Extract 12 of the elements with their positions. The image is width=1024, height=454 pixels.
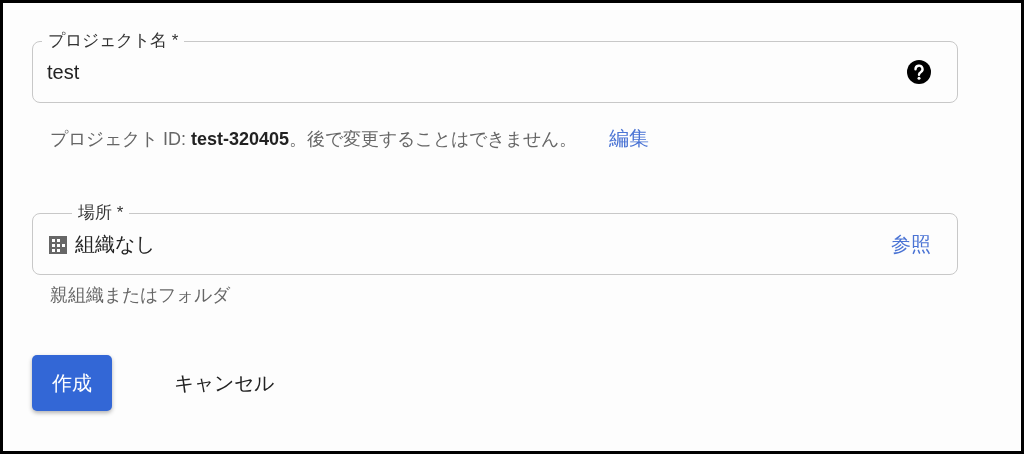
field-label: プロジェクト名 * [42,30,185,52]
create-button[interactable]: 作成 [32,355,112,411]
edit-link[interactable]: 編集 [609,125,650,152]
help-icon[interactable] [907,60,931,84]
building-icon [49,234,67,254]
field-value: test [47,60,81,84]
field-value: 組織なし [75,231,156,257]
field-label: 場所 * [72,202,130,224]
cancel-button[interactable]: キャンセル [154,355,294,411]
browse-link[interactable]: 参照 [891,230,931,258]
project-id-text: プロジェクト ID: test-320405。後で変更することはできません。 [50,127,578,151]
field-hint: 親組織またはフォルダ [50,284,230,307]
